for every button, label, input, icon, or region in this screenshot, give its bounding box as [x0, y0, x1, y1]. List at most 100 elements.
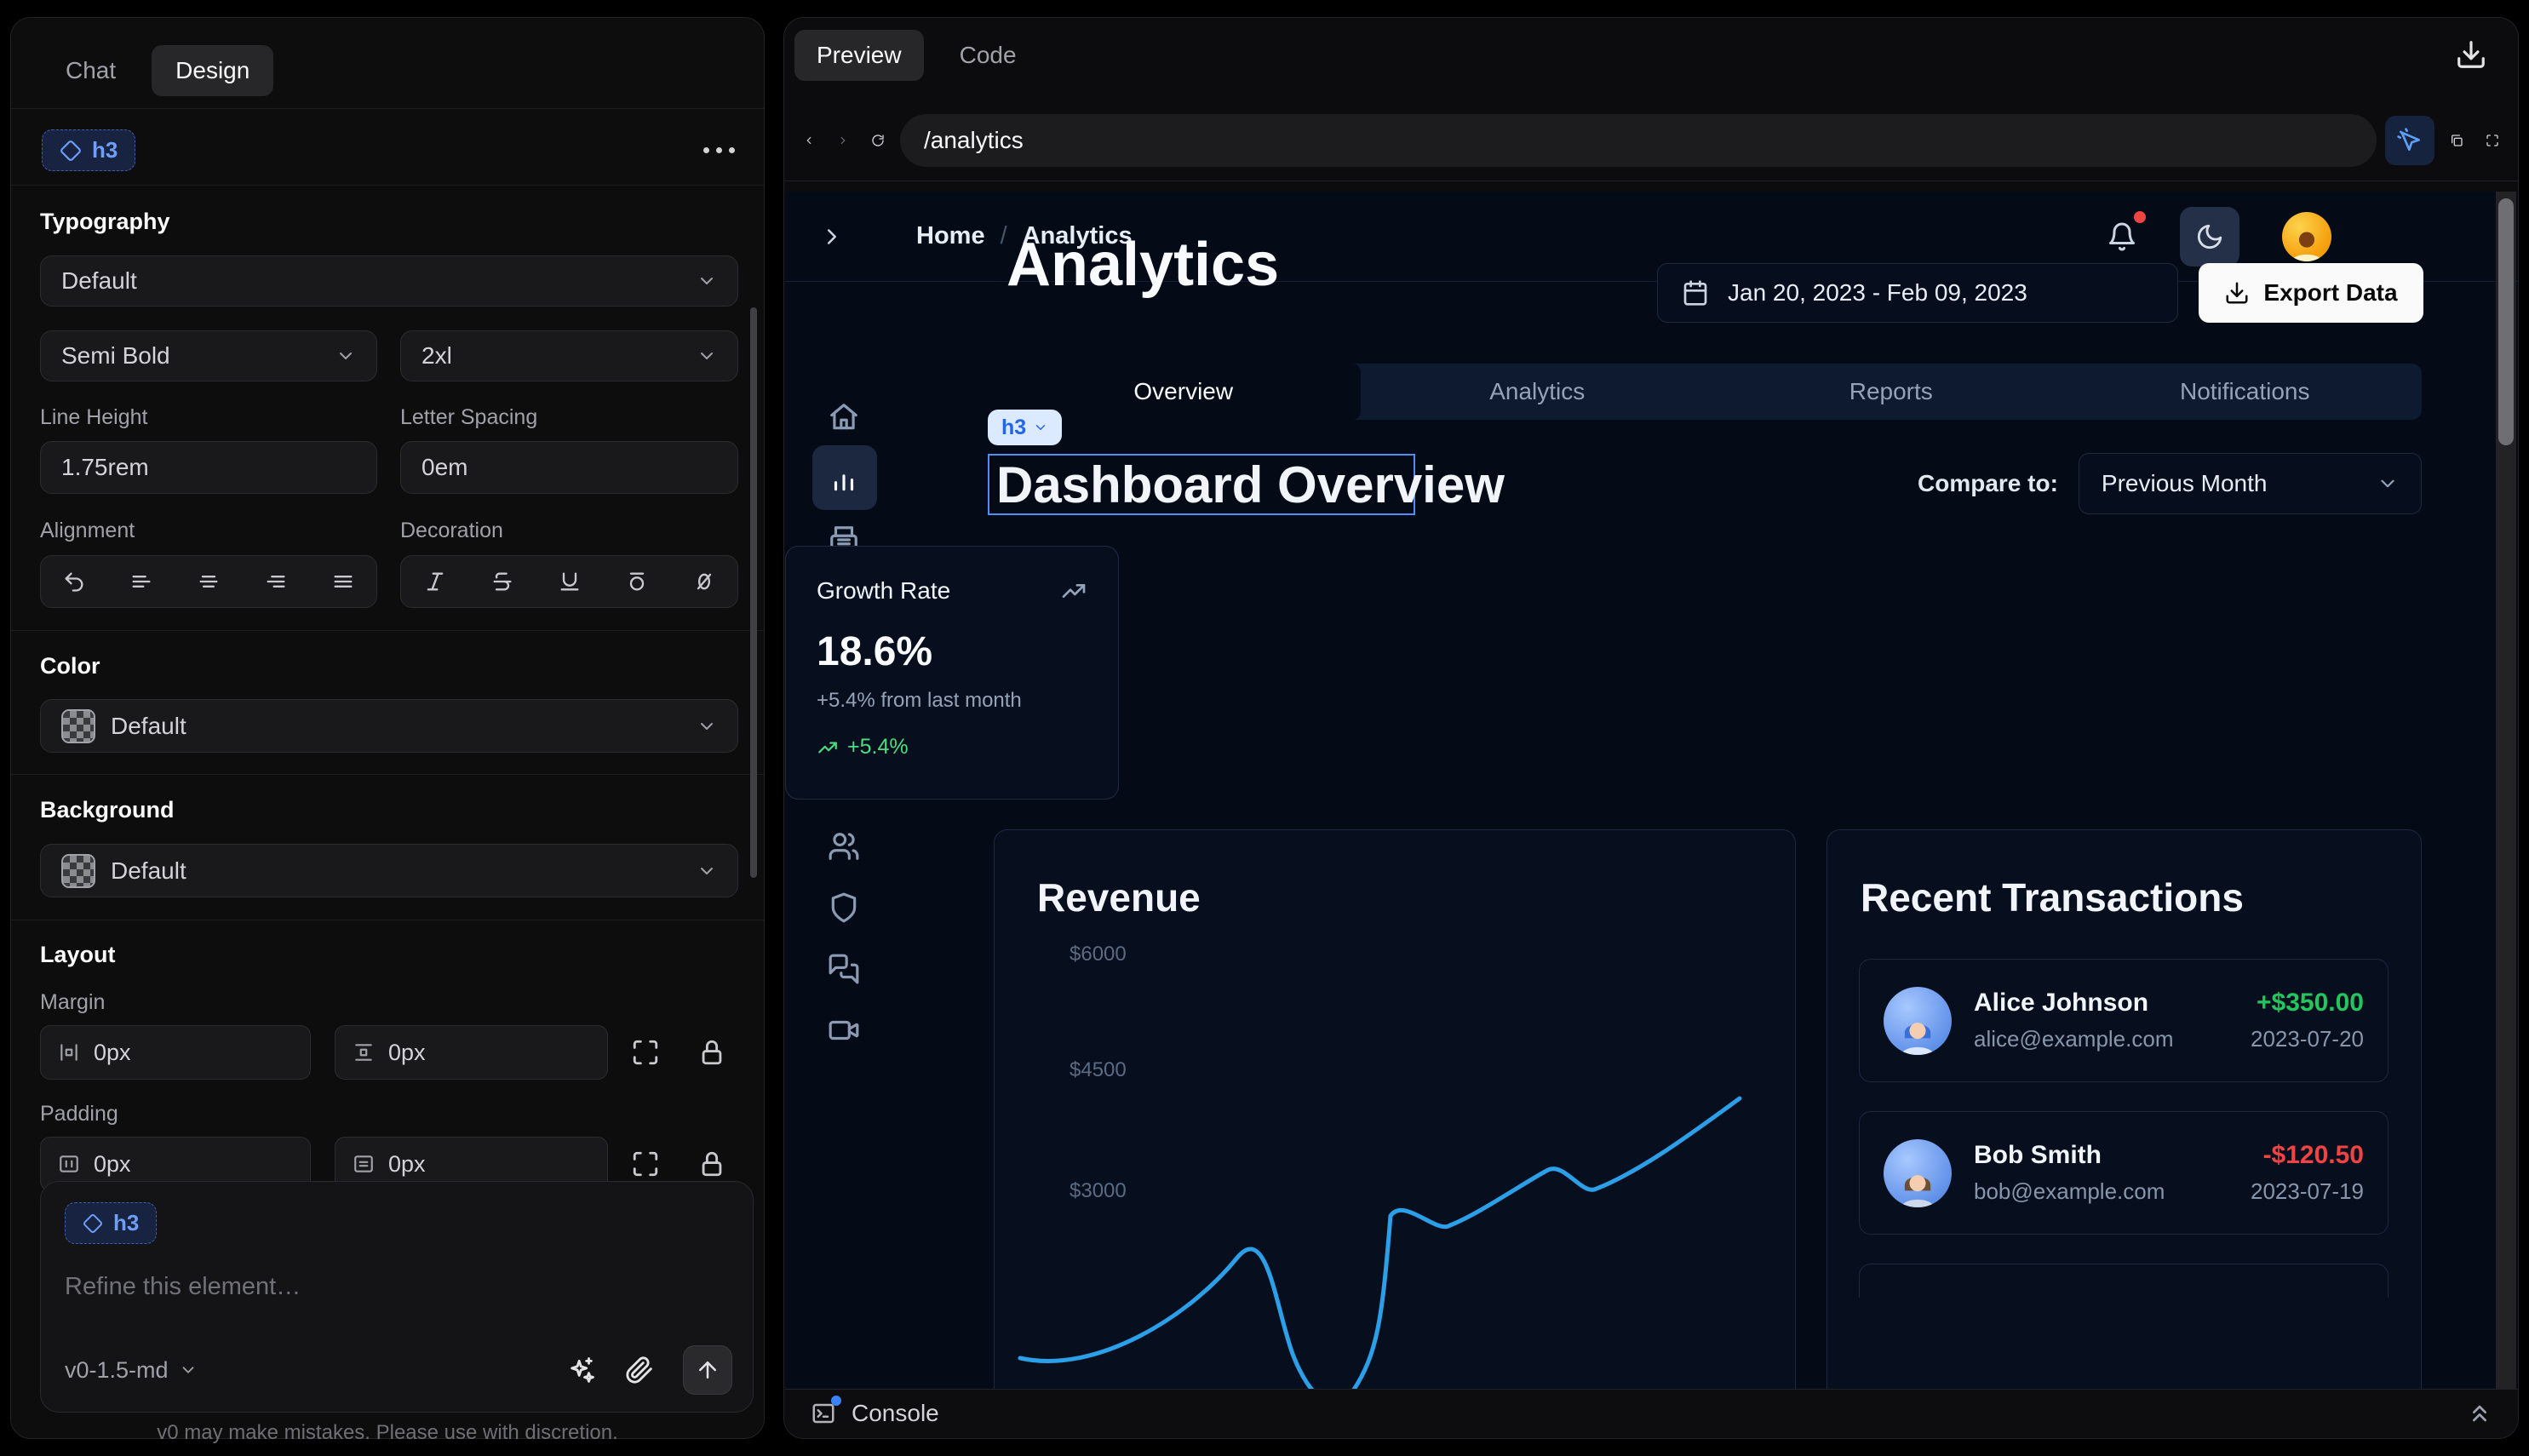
- console-bar[interactable]: Console: [785, 1389, 2519, 1437]
- composer: h3 Refine this element… v0-1.5-md: [40, 1181, 754, 1413]
- tab-chat[interactable]: Chat: [42, 45, 140, 96]
- pointer-sparkle-icon: [2396, 127, 2423, 154]
- sidebar-analytics-icon[interactable]: [828, 462, 860, 495]
- stat-card-growth-rate: Growth Rate 18.6% +5.4% from last month …: [785, 546, 1119, 800]
- color-select[interactable]: Default: [40, 699, 738, 753]
- expand-padding-icon[interactable]: [631, 1149, 660, 1178]
- sidebar-users-icon[interactable]: [828, 830, 860, 863]
- letter-spacing-input[interactable]: 0em: [400, 441, 738, 494]
- revenue-chart-card: Revenue $6000 $4500 $3000: [994, 829, 1796, 1390]
- transaction-name: Alice Johnson: [1974, 989, 2228, 1017]
- tab-analytics[interactable]: Analytics: [1361, 364, 1715, 420]
- sidebar-messages-icon[interactable]: [828, 953, 860, 985]
- notifications-button[interactable]: [2107, 221, 2137, 252]
- strikethrough-icon[interactable]: [490, 570, 514, 593]
- font-weight-select[interactable]: Semi Bold: [40, 330, 377, 381]
- theme-toggle-button[interactable]: [2180, 207, 2239, 267]
- tab-reports[interactable]: Reports: [1714, 364, 2068, 420]
- expand-margin-icon[interactable]: [631, 1038, 660, 1067]
- url-input[interactable]: /analytics: [900, 114, 2377, 167]
- back-icon[interactable]: [796, 128, 822, 153]
- selected-element-row: h3: [42, 129, 735, 171]
- copy-icon[interactable]: [2443, 127, 2470, 154]
- selected-element-badge[interactable]: h3: [42, 129, 135, 171]
- italic-icon[interactable]: [423, 570, 447, 593]
- lock-padding-icon[interactable]: [697, 1149, 726, 1178]
- chevrons-up-icon[interactable]: [2466, 1400, 2493, 1427]
- tab-design[interactable]: Design: [152, 45, 273, 96]
- compare-row: Compare to: Previous Month: [1918, 453, 2422, 514]
- console-label: Console: [852, 1400, 939, 1427]
- transaction-name: Bob Smith: [1974, 1141, 2228, 1170]
- tab-notifications[interactable]: Notifications: [2068, 364, 2423, 420]
- overline-icon[interactable]: [625, 570, 649, 593]
- model-select[interactable]: v0-1.5-md: [65, 1357, 198, 1384]
- margin-x-input[interactable]: 0px: [40, 1025, 311, 1080]
- forward-icon[interactable]: [830, 128, 856, 153]
- transaction-row-partial: [1859, 1264, 2388, 1298]
- align-center-icon[interactable]: [197, 570, 221, 593]
- selected-tag-pill[interactable]: h3: [988, 410, 1062, 445]
- trending-up-icon: [1060, 577, 1087, 605]
- sidebar-home-icon[interactable]: [828, 401, 860, 433]
- sparkles-icon[interactable]: [567, 1356, 596, 1384]
- breadcrumb-home[interactable]: Home: [916, 222, 985, 250]
- background-heading: Background: [40, 797, 175, 823]
- divider: [11, 185, 764, 186]
- trend-up-icon: [817, 737, 839, 759]
- sidebar-video-icon[interactable]: [828, 1014, 860, 1046]
- panel-scrollbar[interactable]: [750, 307, 757, 878]
- sidebar-toggle-icon[interactable]: [819, 224, 845, 249]
- divider: [11, 108, 764, 109]
- preview-scrollbar[interactable]: [2496, 192, 2516, 1390]
- undo-icon[interactable]: [62, 570, 86, 593]
- background-select[interactable]: Default: [40, 844, 738, 897]
- transaction-row[interactable]: Alice Johnson alice@example.com +$350.00…: [1859, 959, 2388, 1082]
- design-panel: Chat Design h3 Typography Default Semi B…: [10, 17, 765, 1439]
- export-data-button[interactable]: Export Data: [2199, 263, 2423, 323]
- no-decoration-icon[interactable]: [692, 570, 716, 593]
- font-family-select[interactable]: Default: [40, 255, 738, 307]
- align-justify-icon[interactable]: [331, 570, 355, 593]
- align-right-icon[interactable]: [264, 570, 288, 593]
- paperclip-icon[interactable]: [625, 1356, 654, 1384]
- tab-preview[interactable]: Preview: [794, 30, 924, 81]
- underline-icon[interactable]: [558, 570, 582, 593]
- composer-element-badge[interactable]: h3: [65, 1202, 157, 1244]
- sidebar-shield-icon[interactable]: [828, 891, 860, 924]
- transaction-amount: +$350.00: [2251, 989, 2364, 1017]
- fullscreen-icon[interactable]: [2479, 127, 2506, 154]
- tab-code[interactable]: Code: [938, 30, 1039, 81]
- preview-tab-bar: Preview Code: [794, 28, 1039, 83]
- download-icon[interactable]: [2455, 38, 2487, 71]
- avatar: [1884, 1139, 1952, 1207]
- date-range-picker[interactable]: Jan 20, 2023 - Feb 09, 2023: [1657, 263, 2178, 323]
- refresh-icon[interactable]: [864, 127, 892, 154]
- margin-y-input[interactable]: 0px: [335, 1025, 608, 1080]
- avatar-face-icon: [2288, 227, 2325, 261]
- user-avatar[interactable]: [2282, 212, 2331, 261]
- align-left-icon[interactable]: [129, 570, 153, 593]
- disclaimer-text: v0 may make mistakes. Please use with di…: [11, 1421, 764, 1445]
- composer-input[interactable]: Refine this element…: [65, 1273, 729, 1301]
- panel-tab-bar: Chat Design: [42, 43, 273, 98]
- more-options-button[interactable]: [703, 147, 735, 153]
- line-height-input[interactable]: 1.75rem: [40, 441, 377, 494]
- avatar-face-icon: [1895, 1167, 1940, 1207]
- lock-margin-icon[interactable]: [697, 1038, 726, 1067]
- composer-actions: v0-1.5-md: [65, 1345, 732, 1395]
- chevron-down-icon: [2377, 473, 2399, 495]
- arrow-up-icon: [695, 1357, 720, 1383]
- selected-element-outline[interactable]: Dashboard Overview: [988, 454, 1415, 515]
- transaction-row[interactable]: Bob Smith bob@example.com -$120.50 2023-…: [1859, 1111, 2388, 1235]
- transaction-email: bob@example.com: [1974, 1178, 2228, 1205]
- compare-select[interactable]: Previous Month: [2079, 453, 2422, 514]
- select-element-tool[interactable]: [2385, 116, 2434, 165]
- send-button[interactable]: [683, 1345, 732, 1395]
- preview-scrollbar-thumb[interactable]: [2498, 198, 2514, 445]
- decoration-label: Decoration: [400, 519, 503, 543]
- font-size-select[interactable]: 2xl: [400, 330, 738, 381]
- tab-overview[interactable]: Overview: [1006, 364, 1361, 420]
- revenue-line-chart: [995, 830, 1797, 1390]
- typography-heading: Typography: [40, 209, 170, 235]
